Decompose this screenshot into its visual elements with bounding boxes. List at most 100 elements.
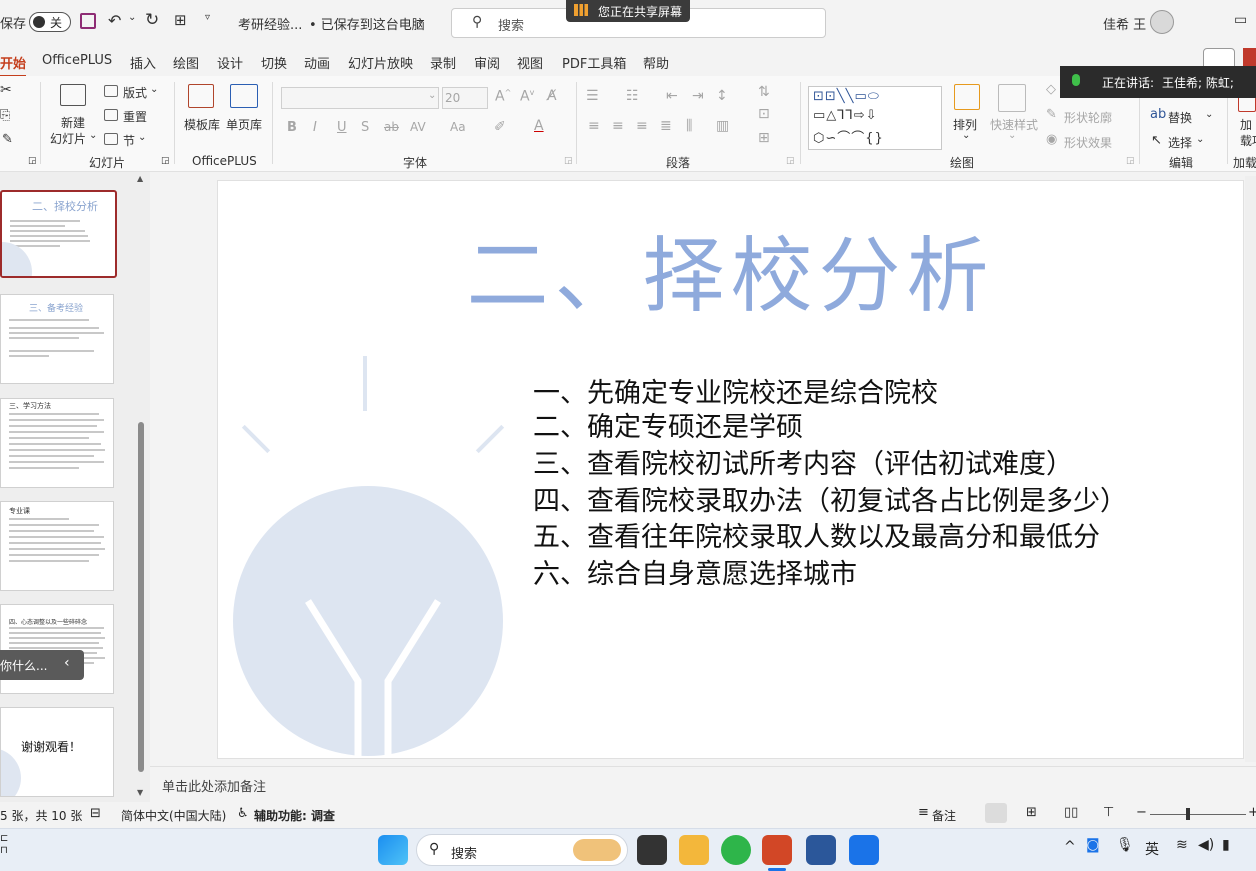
autosave-toggle[interactable]: 关: [29, 12, 71, 32]
replace-icon[interactable]: ab: [1150, 107, 1166, 122]
windows-start-icon[interactable]: [378, 835, 408, 865]
tab-record[interactable]: 录制: [430, 53, 456, 72]
addins-label-1[interactable]: 加: [1240, 116, 1252, 133]
language[interactable]: 简体中文(中国大陆): [121, 807, 226, 824]
reset-label[interactable]: 重置: [123, 108, 147, 125]
quick-styles-icon[interactable]: [998, 84, 1026, 112]
customize-toolbar-icon[interactable]: ▿: [205, 12, 210, 23]
section-label[interactable]: 节: [123, 132, 135, 149]
distribute-icon[interactable]: ⫼: [686, 118, 692, 134]
format-painter-icon[interactable]: ✎: [2, 132, 13, 147]
expand-slides-icon[interactable]: ◲: [161, 156, 170, 166]
ime-indicator[interactable]: 英: [1145, 839, 1159, 859]
font-name-select[interactable]: [281, 87, 439, 109]
select-icon[interactable]: ↖: [1151, 133, 1162, 148]
arrange-icon[interactable]: [954, 84, 980, 110]
tab-home[interactable]: 开始: [0, 53, 27, 78]
tab-view[interactable]: 视图: [517, 53, 543, 72]
tab-transitions[interactable]: 切换: [261, 53, 287, 72]
scroll-down-icon[interactable]: ▼: [137, 788, 143, 797]
chevron-up-icon[interactable]: ^: [1064, 839, 1076, 855]
align-text-icon[interactable]: ⊡: [758, 106, 770, 122]
italic-icon[interactable]: I: [313, 120, 317, 135]
powerpoint-icon[interactable]: [762, 835, 792, 865]
restore-window-icon[interactable]: ▭: [1234, 12, 1247, 28]
single-page-icon[interactable]: [230, 84, 258, 108]
justify-icon[interactable]: ≣: [660, 118, 672, 134]
highlight-icon[interactable]: ✐: [494, 119, 506, 135]
chevron-down-icon[interactable]: ⌄: [150, 84, 158, 95]
slide-thumbnail[interactable]: 二、择校分析: [0, 190, 117, 278]
save-status[interactable]: • 已保存到这台电脑: [309, 14, 425, 33]
task-view-icon[interactable]: [637, 835, 667, 865]
strikethrough-icon[interactable]: ab: [384, 120, 399, 134]
shape-effects-label[interactable]: 形状效果: [1064, 134, 1112, 151]
spellcheck-icon[interactable]: ⊟: [90, 806, 101, 821]
columns-icon[interactable]: ▥: [716, 118, 729, 134]
chevron-left-icon[interactable]: ‹: [64, 655, 70, 671]
slide-thumbnail[interactable]: 四、心态调整以及一些碎碎念: [0, 604, 114, 694]
new-slide-label-1[interactable]: 新建: [61, 114, 85, 131]
zoom-in-icon[interactable]: +: [1248, 805, 1256, 820]
change-case-icon[interactable]: Aa: [450, 120, 466, 134]
tab-pdf-tools[interactable]: PDF工具箱: [562, 53, 626, 72]
align-left-icon[interactable]: ≡: [588, 118, 600, 134]
slide-scrollbar[interactable]: [1245, 176, 1256, 762]
addins-label-2[interactable]: 载项: [1240, 132, 1256, 149]
tab-review[interactable]: 审阅: [474, 53, 500, 72]
slide-thumbnail[interactable]: 专业课: [0, 501, 114, 591]
numbering-icon[interactable]: ☷: [626, 88, 639, 104]
char-spacing-icon[interactable]: AV: [410, 120, 426, 134]
notes-toggle[interactable]: 备注: [932, 807, 956, 824]
underline-icon[interactable]: U: [337, 120, 347, 135]
tab-animations[interactable]: 动画: [304, 53, 330, 72]
accessibility-status[interactable]: 辅助功能: 调查: [254, 807, 335, 824]
shapes-gallery[interactable]: ⊡⊡╲╲▭⬭ ▭△⅂⅂⇨⇩ ⬡∽⌒⌒{}: [808, 86, 942, 150]
scroll-up-icon[interactable]: ▲: [137, 174, 143, 183]
weather-icon[interactable]: ⊏ ⊓: [0, 833, 8, 857]
bullets-icon[interactable]: ☰: [586, 88, 599, 104]
chevron-down-icon[interactable]: ⌄: [1205, 109, 1213, 120]
slide-thumbnail[interactable]: 谢谢观看！: [0, 707, 114, 797]
tab-officeplus[interactable]: OfficePLUS: [42, 53, 112, 68]
copy-icon[interactable]: ⎘: [0, 108, 10, 123]
redo-icon[interactable]: ↻: [145, 10, 159, 30]
word-icon[interactable]: [806, 835, 836, 865]
slide-title[interactable]: 二、择校分析: [218, 209, 1243, 328]
slide-thumbnail[interactable]: 三、备考经验: [0, 294, 114, 384]
user-name[interactable]: 佳希 王: [1103, 14, 1146, 33]
microphone-icon[interactable]: 🎙: [1116, 837, 1134, 853]
align-center-icon[interactable]: ≡: [612, 118, 624, 134]
decrease-indent-icon[interactable]: ⇤: [666, 88, 678, 104]
bold-icon[interactable]: B: [287, 120, 297, 135]
slideshow-view-icon[interactable]: ⊤: [1103, 805, 1114, 820]
thumbnail-scrollbar[interactable]: ▲ ▼: [136, 174, 146, 798]
accessibility-icon[interactable]: ♿: [237, 806, 249, 821]
bullet-item[interactable]: 四、查看院校录取办法（初复试各占比例是多少）: [533, 479, 1127, 518]
bullet-item[interactable]: 二、确定专硕还是学硕: [533, 405, 803, 444]
line-spacing-icon[interactable]: ↕: [716, 88, 728, 104]
undo-dropdown-icon[interactable]: ⌄: [128, 12, 136, 23]
expand-paragraph-icon[interactable]: ◲: [786, 156, 795, 166]
volume-icon[interactable]: ◀): [1198, 837, 1214, 853]
tab-draw[interactable]: 绘图: [173, 53, 199, 72]
template-library-label[interactable]: 模板库: [184, 116, 220, 133]
zoom-out-icon[interactable]: −: [1136, 805, 1147, 820]
slide-sorter-icon[interactable]: ⊞: [1026, 805, 1037, 820]
expand-clipboard-icon[interactable]: ◲: [28, 156, 37, 166]
new-slide-label-2[interactable]: 幻灯片: [50, 130, 86, 147]
slide-thumbnail[interactable]: 三、学习方法: [0, 398, 114, 488]
undo-icon[interactable]: ↶: [108, 11, 121, 30]
shape-effects-icon[interactable]: ◉: [1046, 132, 1057, 147]
notes-icon[interactable]: ≡: [918, 805, 929, 820]
smartart-icon[interactable]: ⊞: [758, 130, 770, 146]
bullet-item[interactable]: 三、查看院校初试所考内容（评估初试难度）: [533, 442, 1073, 481]
chevron-down-icon[interactable]: ⌄: [1196, 134, 1204, 145]
decrease-font-icon[interactable]: Av: [520, 88, 534, 105]
bullet-item[interactable]: 六、综合自身意愿选择城市: [533, 552, 857, 591]
shape-outline-icon[interactable]: ✎: [1046, 107, 1057, 122]
scrollbar-thumb[interactable]: [138, 422, 144, 772]
font-color-icon[interactable]: A: [534, 118, 544, 134]
screen-share-banner[interactable]: 您正在共享屏幕: [566, 0, 690, 22]
clear-format-icon[interactable]: A̸: [547, 88, 557, 104]
